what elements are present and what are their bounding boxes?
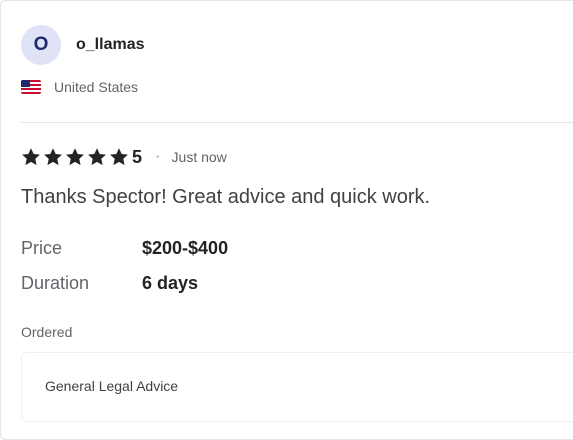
star-icon (43, 147, 64, 167)
avatar[interactable]: O (21, 25, 61, 65)
star-icon (21, 147, 42, 167)
country-name: United States (54, 79, 139, 95)
duration-row: Duration 6 days (21, 273, 198, 294)
reviewer-username[interactable]: o_llamas (76, 36, 144, 54)
separator-dot: • (156, 151, 160, 163)
review-card: O o_llamas United States 5 • Just now Th… (0, 0, 573, 440)
us-flag-icon (21, 80, 41, 94)
reviewer-header: O o_llamas (21, 25, 144, 65)
rating-row: 5 • Just now (21, 145, 227, 169)
star-rating (21, 147, 131, 167)
price-row: Price $200-$400 (21, 238, 228, 259)
ordered-service-box[interactable]: General Legal Advice (21, 352, 573, 422)
duration-label: Duration (21, 273, 90, 293)
reviewer-country: United States (21, 79, 138, 95)
review-timestamp: Just now (171, 149, 227, 165)
review-text: Thanks Spector! Great advice and quick w… (21, 186, 431, 208)
star-icon (109, 147, 130, 167)
star-icon (65, 147, 86, 167)
ordered-label: Ordered (21, 324, 73, 340)
ordered-service-name: General Legal Advice (45, 378, 179, 394)
price-label: Price (21, 238, 63, 258)
divider (21, 122, 573, 123)
rating-value: 5 (132, 146, 143, 167)
duration-value: 6 days (142, 273, 199, 293)
price-value: $200-$400 (142, 238, 229, 258)
star-icon (87, 147, 108, 167)
